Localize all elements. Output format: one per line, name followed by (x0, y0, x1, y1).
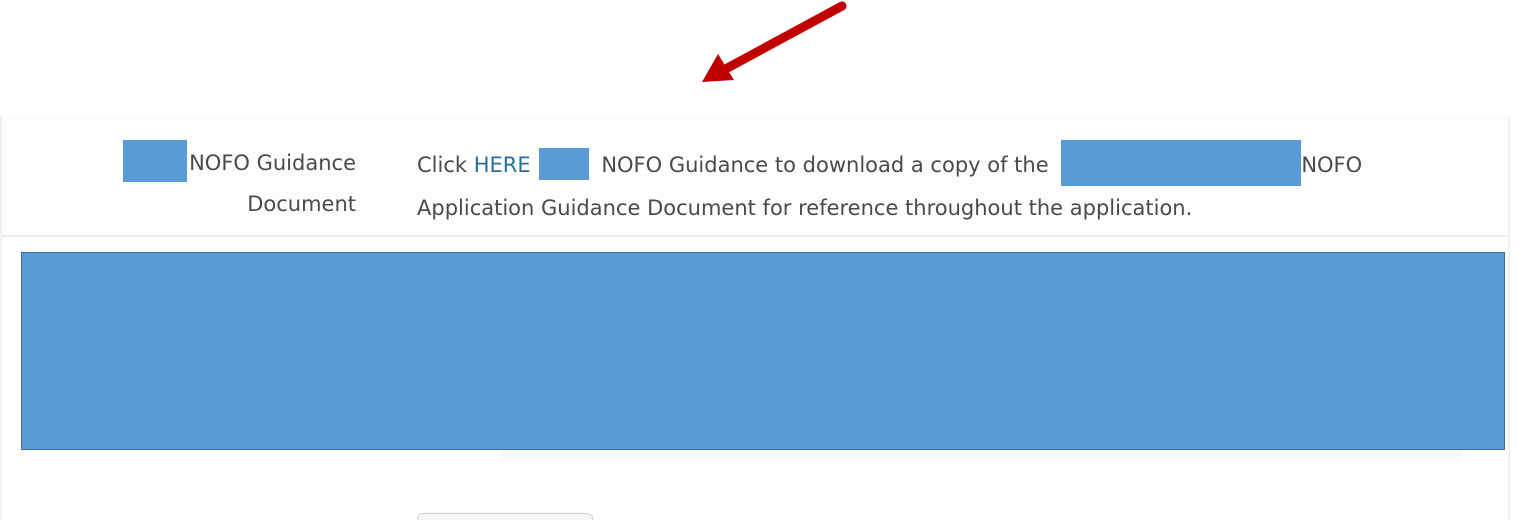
description-line-1: Click HERE NOFO Guidance to download a c… (417, 140, 1477, 189)
label-text-1: NOFO Guidance (189, 151, 356, 175)
form-panel: NOFO Guidance Document Click HERE NOFO G… (0, 115, 1510, 520)
red-arrow-icon (702, 1, 847, 82)
description-mid: NOFO Guidance to download a copy of the (594, 153, 1056, 177)
redacted-block (123, 140, 188, 182)
redacted-block (538, 148, 589, 180)
label-line-1: NOFO Guidance (86, 140, 356, 185)
partially-visible-button[interactable] (417, 513, 593, 520)
description-suffix: NOFO (1301, 153, 1363, 177)
guidance-document-label: NOFO Guidance Document (86, 140, 356, 223)
obscured-text-line (502, 452, 1462, 460)
description-line-2: Application Guidance Document for refere… (417, 196, 1193, 220)
redacted-content-block (21, 252, 1505, 450)
description-prefix: Click (417, 153, 474, 177)
label-text-2: Document (247, 192, 356, 216)
screenshot-stage: NOFO Guidance Document Click HERE NOFO G… (0, 0, 1519, 520)
guidance-document-description: Click HERE NOFO Guidance to download a c… (417, 140, 1477, 227)
guidance-document-row: NOFO Guidance Document Click HERE NOFO G… (2, 115, 1508, 237)
download-here-link[interactable]: HERE (474, 153, 531, 177)
redacted-block (1061, 140, 1302, 186)
